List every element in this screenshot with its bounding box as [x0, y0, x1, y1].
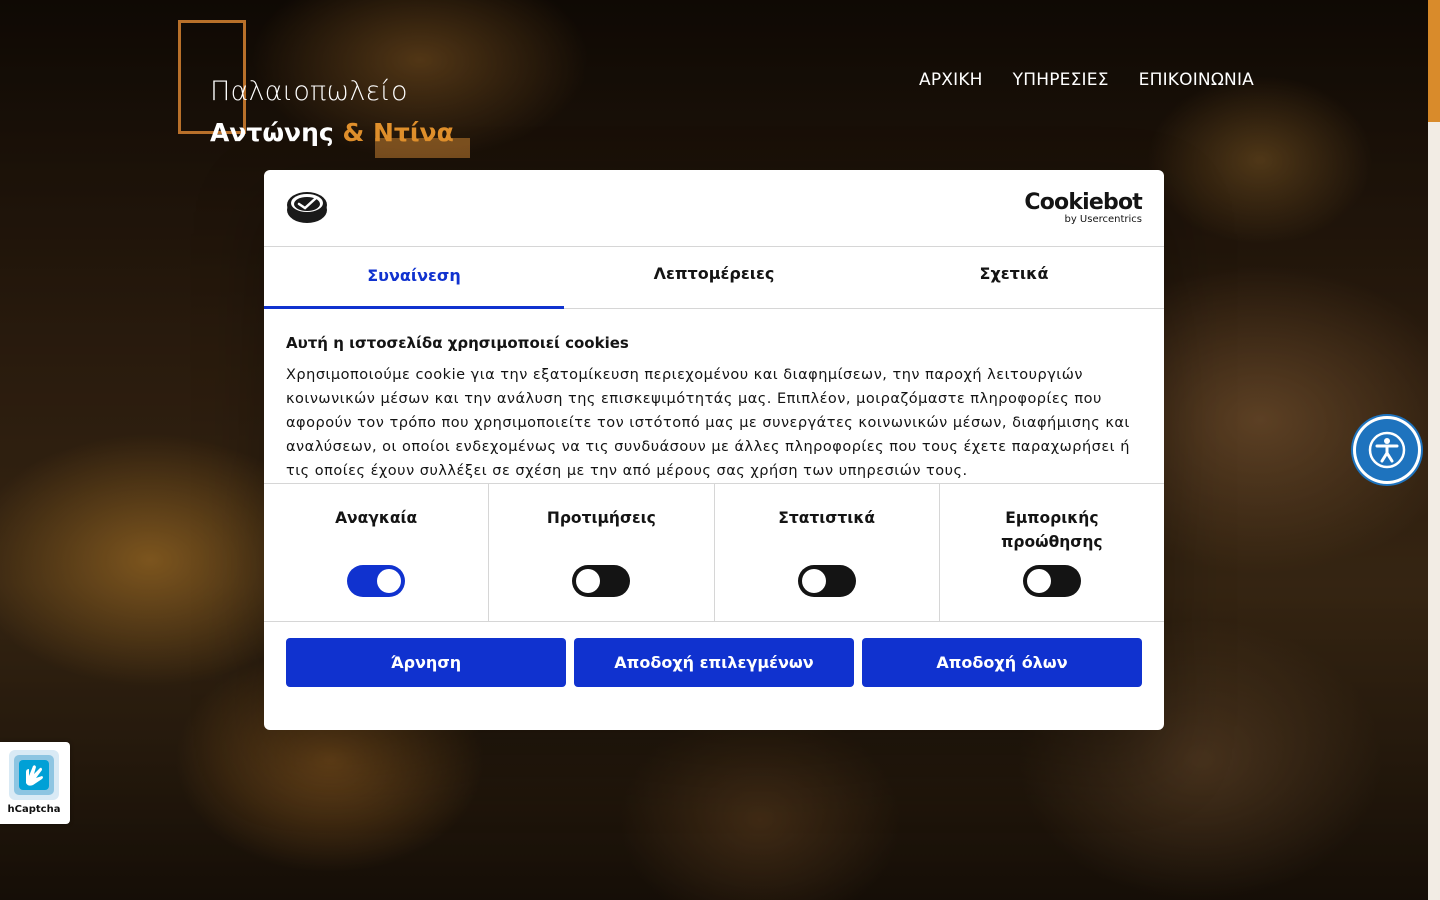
logo-subtitle: Αντώνης & Ντίνα [210, 118, 454, 147]
accessibility-button[interactable] [1356, 419, 1418, 481]
deny-button[interactable]: Άρνηση [286, 638, 566, 687]
necessary-toggle[interactable] [347, 565, 406, 597]
dialog-title: Αυτή η ιστοσελίδα χρησιμοποιεί cookies [286, 334, 629, 352]
category-necessary: Αναγκαία [264, 484, 490, 621]
dialog-buttons: Άρνηση Αποδοχή επιλεγμένων Αποδοχή όλων [264, 622, 1164, 703]
category-statistics: Στατιστικά [715, 484, 940, 621]
tab-details[interactable]: Λεπτομέρειες [564, 247, 864, 308]
dialog-tabs: Συναίνεση Λεπτομέρειες Σχετικά [264, 247, 1164, 309]
marketing-toggle[interactable] [1022, 565, 1081, 597]
nav-item-contact[interactable]: ΕΠΙΚΟΙΝΩΝΙΑ [1139, 70, 1254, 90]
main-nav: ΑΡΧΙΚΗ ΥΠΗΡΕΣΙΕΣ ΕΠΙΚΟΙΝΩΝΙΑ [919, 70, 1254, 90]
dialog-header: Cookiebot by Usercentrics [264, 170, 1164, 247]
tab-consent[interactable]: Συναίνεση [264, 247, 564, 309]
toggle-knob [377, 569, 402, 593]
logo-name-2: & Ντίνα [342, 118, 454, 147]
hcaptcha-label: hCaptcha [7, 804, 61, 815]
toggle-knob [576, 569, 601, 593]
scrollbar-thumb[interactable] [1428, 0, 1440, 122]
accessibility-icon [1368, 431, 1406, 469]
tab-about[interactable]: Σχετικά [864, 247, 1164, 308]
page: Παλαιοπωλείο Αντώνης & Ντίνα ΑΡΧΙΚΗ ΥΠΗΡ… [0, 0, 1440, 900]
cookiebot-logo[interactable]: Cookiebot by Usercentrics [1024, 192, 1142, 226]
category-label: Εμπορικής προώθησης [1001, 509, 1103, 551]
dialog-body: Αυτή η ιστοσελίδα χρησιμοποιεί cookies Χ… [264, 309, 1164, 484]
toggle-knob [801, 569, 826, 593]
nav-item-services[interactable]: ΥΠΗΡΕΣΙΕΣ [1013, 70, 1109, 90]
allow-all-button[interactable]: Αποδοχή όλων [862, 638, 1142, 687]
category-preferences: Προτιμήσεις [489, 484, 715, 621]
logo-title: Παλαιοπωλείο [210, 76, 408, 107]
toggle-knob [1026, 569, 1051, 593]
hcaptcha-logo-icon [9, 750, 59, 800]
allow-selected-button[interactable]: Αποδοχή επιλεγμένων [574, 638, 854, 687]
scrollbar-track[interactable] [1428, 0, 1440, 900]
category-label: Αναγκαία [335, 509, 418, 527]
category-label: Προτιμήσεις [546, 509, 656, 527]
category-label: Στατιστικά [778, 509, 875, 527]
logo-name-1: Αντώνης [210, 118, 334, 147]
hcaptcha-badge[interactable]: hCaptcha [0, 742, 70, 824]
site-badge-icon [287, 192, 327, 223]
consent-categories: Αναγκαία Προτιμήσεις Στατιστικά Εμπορική… [264, 484, 1164, 622]
nav-item-home[interactable]: ΑΡΧΙΚΗ [919, 70, 983, 90]
dialog-description: Χρησιμοποιούμε cookie για την εξατομίκευ… [286, 367, 1130, 479]
cookiebot-sub: by Usercentrics [1064, 214, 1142, 225]
category-marketing: Εμπορικής προώθησης [940, 484, 1164, 621]
preferences-toggle[interactable] [572, 565, 631, 597]
cookie-consent-dialog: Cookiebot by Usercentrics Συναίνεση Λεπτ… [264, 170, 1164, 730]
site-logo[interactable]: Παλαιοπωλείο Αντώνης & Ντίνα [178, 20, 478, 160]
statistics-toggle[interactable] [797, 565, 856, 597]
cookiebot-name: Cookiebot [1024, 190, 1142, 215]
